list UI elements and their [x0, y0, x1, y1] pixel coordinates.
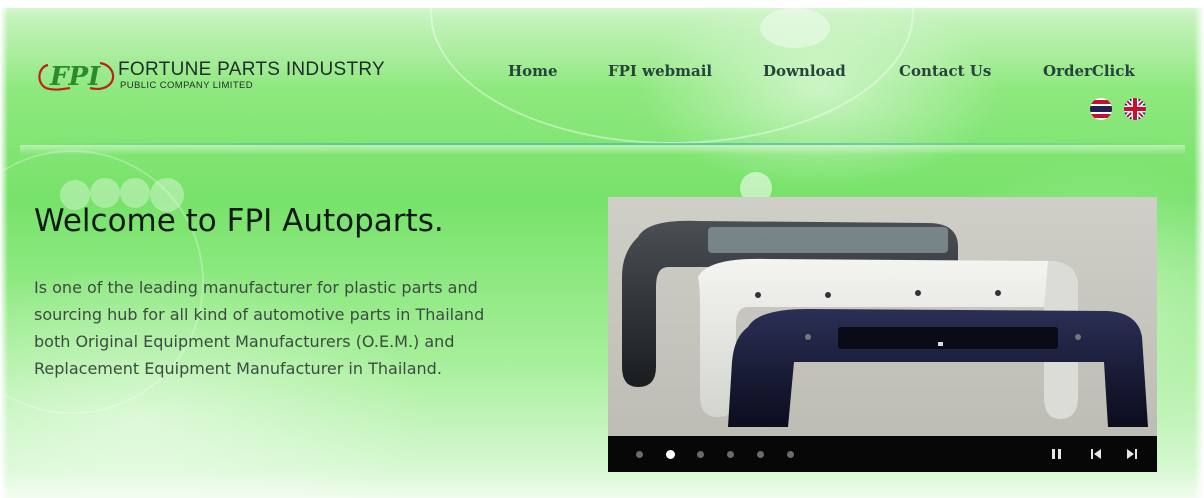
- company-name: FORTUNE PARTS INDUSTRY: [118, 59, 386, 80]
- slide-dot[interactable]: [697, 451, 704, 458]
- thai-flag-icon[interactable]: [1090, 98, 1112, 120]
- hero-description-line: sourcing hub for all kind of automotive …: [34, 305, 485, 324]
- slide-image-tailgate-handles: [608, 197, 1157, 436]
- slide-dot[interactable]: [636, 451, 643, 458]
- hero-description-line: Replacement Equipment Manufacturer in Th…: [34, 359, 442, 378]
- nav-fpi-webmail[interactable]: FPI webmail: [608, 62, 712, 80]
- slide-dot[interactable]: [787, 451, 794, 458]
- right-edge: [1194, 0, 1204, 498]
- nav-orderclick[interactable]: OrderClick: [1043, 62, 1135, 80]
- fpi-logo-mark-icon: FPI: [38, 61, 115, 92]
- slide-dot-active[interactable]: [666, 450, 675, 459]
- page: FPI FORTUNE PARTS INDUSTRY PUBLIC COMPAN…: [0, 0, 1204, 498]
- previous-icon[interactable]: [1089, 446, 1103, 462]
- image-slider[interactable]: [608, 197, 1157, 472]
- header-divider-glow: [20, 145, 1185, 155]
- nav-contact-us[interactable]: Contact Us: [899, 62, 991, 80]
- slide-dot[interactable]: [727, 451, 734, 458]
- hero-description: Is one of the leading manufacturer for p…: [34, 274, 544, 382]
- slider-control-bar: [608, 436, 1157, 472]
- logo-mark-text: FPI: [49, 62, 101, 92]
- hero-title: Welcome to FPI Autoparts.: [34, 203, 444, 239]
- slide-dot[interactable]: [757, 451, 764, 458]
- hero-description-line: Is one of the leading manufacturer for p…: [34, 278, 478, 297]
- hero-description-line: both Original Equipment Manufacturers (O…: [34, 332, 455, 351]
- nav-download[interactable]: Download: [763, 62, 846, 80]
- nav-home[interactable]: Home: [508, 62, 558, 80]
- uk-flag-icon[interactable]: [1124, 98, 1146, 120]
- company-subtitle: PUBLIC COMPANY LIMITED: [120, 80, 254, 91]
- pause-icon[interactable]: [1050, 446, 1064, 462]
- next-icon[interactable]: [1125, 446, 1139, 462]
